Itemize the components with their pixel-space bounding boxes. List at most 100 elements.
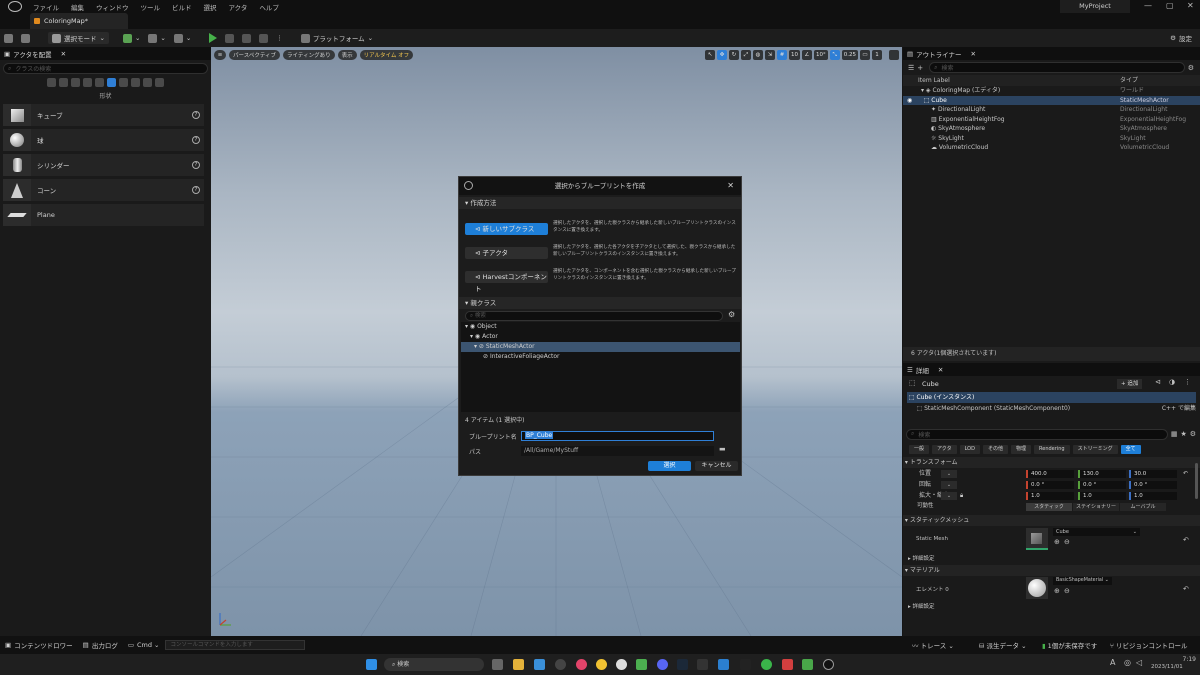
star-icon[interactable]: ★ bbox=[1180, 430, 1186, 438]
outliner-row[interactable]: ▾ ◈ ColoringMap (エディタ) ワールド bbox=[903, 86, 1200, 96]
content-button[interactable] bbox=[17, 32, 34, 44]
rotation-snap-icon[interactable]: ∠ bbox=[802, 50, 812, 60]
scale-snap-icon[interactable]: ⤡ bbox=[829, 50, 840, 60]
all-classes-icon[interactable] bbox=[131, 78, 140, 87]
platforms-dropdown[interactable]: プラットフォーム ⌄ bbox=[297, 32, 377, 44]
blueprint-button[interactable]: ⌄ bbox=[144, 32, 169, 44]
cmd-dropdown[interactable]: Cmd ⌄ bbox=[137, 641, 160, 649]
menu-help[interactable]: ヘルプ bbox=[259, 2, 279, 12]
section-static-mesh[interactable]: ▾ スタティックメッシュ bbox=[903, 515, 1200, 526]
mobility-stationary-button[interactable]: ステイショナリー bbox=[1073, 502, 1119, 511]
geometry-icon[interactable] bbox=[143, 78, 152, 87]
select-tool-icon[interactable]: ↖ bbox=[705, 50, 715, 60]
column-type[interactable]: タイプ bbox=[1120, 75, 1138, 86]
gear-icon[interactable]: ⚙ bbox=[1188, 64, 1194, 72]
viewport-menu-button[interactable]: ≡ bbox=[214, 50, 226, 60]
console-input[interactable]: コンソールコマンドを入力します bbox=[165, 640, 306, 650]
list-item-cube[interactable]: キューブ ? bbox=[3, 104, 204, 126]
rotation-z-field[interactable]: 0.0 ° bbox=[1129, 480, 1177, 489]
lights-icon[interactable] bbox=[71, 78, 80, 87]
close-tab-icon[interactable]: ✕ bbox=[61, 50, 66, 58]
app-icon-4[interactable] bbox=[740, 659, 751, 670]
mobility-static-button[interactable]: スタティック bbox=[1026, 502, 1072, 511]
location-z-field[interactable]: 30.0 bbox=[1129, 469, 1177, 478]
rotation-y-field[interactable]: 0.0 ° bbox=[1078, 480, 1126, 489]
menu-window[interactable]: ウィンドウ bbox=[96, 2, 129, 12]
scale-snap-value[interactable]: 0.25 bbox=[841, 50, 858, 60]
location-y-field[interactable]: 130.0 bbox=[1078, 469, 1126, 478]
menu-actor[interactable]: アクタ bbox=[229, 2, 248, 12]
tree-item-interactivefoliageactor[interactable]: ⊘ InteractiveFoliageActor bbox=[461, 352, 740, 362]
add-icon[interactable]: + bbox=[917, 64, 923, 72]
folder-icon[interactable]: ▬ bbox=[719, 445, 726, 453]
outliner-row[interactable]: ◐ SkyAtmosphere SkyAtmosphere bbox=[903, 124, 1200, 134]
show-button[interactable]: 表示 bbox=[337, 50, 357, 60]
harvest-components-button[interactable]: ⊲ Harvestコンポーネント bbox=[465, 271, 548, 293]
maximize-viewport-icon[interactable] bbox=[889, 50, 899, 60]
tree-item-actor[interactable]: ▾ ◉ Actor bbox=[461, 332, 740, 342]
volume-icon[interactable]: ◁ bbox=[1136, 658, 1142, 667]
grid-snap-icon[interactable]: # bbox=[777, 50, 787, 60]
help-icon[interactable]: ? bbox=[192, 111, 200, 119]
use-selected-icon[interactable]: ⊖ bbox=[1064, 538, 1070, 546]
close-icon[interactable]: ✕ bbox=[727, 177, 734, 195]
scale-y-field[interactable]: 1.0 bbox=[1078, 491, 1126, 500]
grid-snap-value[interactable]: 10 bbox=[789, 50, 800, 60]
app-icon[interactable] bbox=[555, 659, 566, 670]
settings-app-icon[interactable] bbox=[492, 659, 503, 670]
section-materials[interactable]: ▾ マテリアル bbox=[903, 565, 1200, 576]
network-icon[interactable]: ◎ bbox=[1124, 658, 1131, 667]
column-item-label[interactable]: Item Label bbox=[918, 75, 1120, 86]
material-dropdown[interactable]: BasicShapeMaterial ⌄ bbox=[1053, 577, 1112, 585]
close-tab-icon[interactable]: ✕ bbox=[938, 366, 943, 374]
reset-icon[interactable]: ↶ bbox=[1183, 585, 1189, 593]
browse-icon[interactable]: ⊕ bbox=[1054, 538, 1060, 546]
cancel-button[interactable]: キャンセル bbox=[695, 461, 738, 471]
camera-speed-value[interactable]: 1 bbox=[872, 50, 882, 60]
help-icon[interactable]: ? bbox=[192, 161, 200, 169]
add-content-button[interactable]: ⌄ bbox=[119, 32, 144, 44]
app-icon-3[interactable] bbox=[636, 659, 647, 670]
output-log-button[interactable]: 出力ログ bbox=[92, 640, 118, 650]
clock-date[interactable]: 2023/11/01 bbox=[1151, 664, 1183, 670]
trace-button[interactable]: 〰 トレース ⌄ bbox=[912, 640, 954, 650]
scale-x-field[interactable]: 1.0 bbox=[1026, 491, 1074, 500]
discord-app-icon[interactable] bbox=[657, 659, 668, 670]
edit-in-cpp-link[interactable]: C++ で編集 bbox=[1162, 403, 1196, 414]
scale-z-field[interactable]: 1.0 bbox=[1129, 491, 1177, 500]
taskbar-search-input[interactable]: ⌕ 検索 bbox=[384, 658, 484, 671]
content-drawer-button[interactable]: コンテンツドロワー bbox=[14, 640, 73, 650]
gear-icon[interactable]: ⚙ bbox=[1190, 430, 1196, 438]
material-thumbnail[interactable] bbox=[1026, 577, 1048, 599]
vscode-app-icon[interactable] bbox=[718, 659, 729, 670]
lock-icon[interactable]: 🔒︎ bbox=[960, 490, 963, 501]
advanced-row[interactable]: ▸ 詳細設定 bbox=[903, 553, 1200, 564]
close-tab-icon[interactable]: ✕ bbox=[971, 50, 976, 58]
tab-streaming[interactable]: ストリーミング bbox=[1072, 444, 1118, 454]
more-icon[interactable]: ⋮ bbox=[1184, 378, 1191, 386]
volumes-icon[interactable] bbox=[119, 78, 128, 87]
play-options-button[interactable]: ⋮ bbox=[272, 32, 287, 44]
tree-item-staticmeshactor[interactable]: ▾ ⊘ StaticMeshActor bbox=[461, 342, 740, 352]
app-icon-2[interactable] bbox=[616, 659, 627, 670]
mobility-movable-button[interactable]: ムーバブル bbox=[1120, 502, 1166, 511]
instance-row[interactable]: ⬚ Cube (インスタンス) bbox=[907, 392, 1196, 403]
realtime-off-badge[interactable]: リアルタイム オフ bbox=[359, 50, 414, 60]
visual-effects-icon[interactable] bbox=[95, 78, 104, 87]
child-actor-button[interactable]: ⊲ 子アクタ bbox=[465, 247, 548, 259]
settings-button[interactable]: ⚙ 設定 bbox=[1166, 32, 1196, 44]
steam-app-icon[interactable] bbox=[677, 659, 688, 670]
scrollbar[interactable] bbox=[1195, 463, 1198, 499]
gear-icon[interactable]: ⚙ bbox=[728, 310, 735, 319]
eject-button[interactable] bbox=[255, 32, 272, 44]
reset-icon[interactable]: ↶ bbox=[1183, 468, 1188, 479]
browse-icon[interactable]: ⊕ bbox=[1054, 587, 1060, 595]
close-window-button[interactable]: ✕ bbox=[1187, 1, 1194, 10]
maximize-button[interactable]: ▢ bbox=[1166, 1, 1174, 10]
component-row[interactable]: ⬚ StaticMeshComponent (StaticMeshCompone… bbox=[907, 403, 1196, 414]
list-item-sphere[interactable]: 球 ? bbox=[3, 129, 204, 151]
app-icon-7[interactable] bbox=[802, 659, 813, 670]
outliner-search-input[interactable]: ⌕ 検索 bbox=[929, 62, 1185, 73]
add-component-button[interactable]: + 追加 bbox=[1117, 379, 1143, 389]
menu-file[interactable]: ファイル bbox=[33, 2, 59, 12]
